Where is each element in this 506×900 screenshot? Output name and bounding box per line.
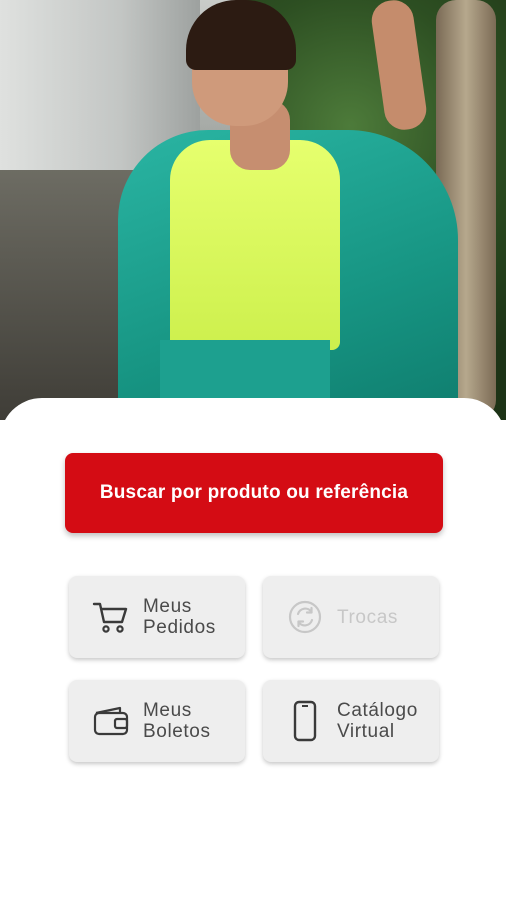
virtual-catalog-button[interactable]: Catálogo Virtual xyxy=(263,680,439,762)
smartphone-icon xyxy=(285,700,325,742)
exchanges-label: Trocas xyxy=(337,606,398,628)
shopping-cart-icon xyxy=(91,597,131,637)
hero-top xyxy=(170,140,340,350)
exchanges-button[interactable]: Trocas xyxy=(263,576,439,658)
my-orders-button[interactable]: Meus Pedidos xyxy=(69,576,245,658)
my-bills-label: Meus Boletos xyxy=(143,700,211,742)
exchange-icon xyxy=(285,597,325,637)
hero-image xyxy=(0,0,506,420)
my-bills-button[interactable]: Meus Boletos xyxy=(69,680,245,762)
search-product-button[interactable]: Buscar por produto ou referência xyxy=(65,453,443,533)
my-orders-label: Meus Pedidos xyxy=(143,596,216,638)
search-product-label: Buscar por produto ou referência xyxy=(99,482,409,503)
wallet-icon xyxy=(91,701,131,741)
virtual-catalog-label: Catálogo Virtual xyxy=(337,700,418,742)
